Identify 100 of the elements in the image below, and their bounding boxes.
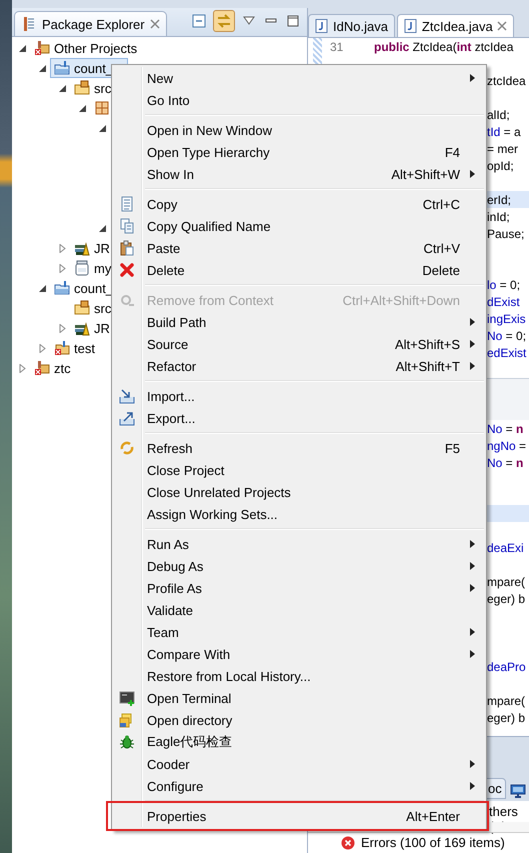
menu-item[interactable]: Open Terminal [112,687,486,709]
collapse-arrow-icon[interactable] [78,104,87,112]
books-icon [74,320,90,336]
menu-item[interactable]: Source Alt+Shift+S [112,333,486,355]
shortcut-label: F4 [444,144,460,160]
code-line: tId = a [487,124,521,138]
menu-item[interactable]: Debug As [112,555,486,577]
code-line: erId; [487,192,512,206]
code-line: public ZtcIdea(int ztcIdea [374,40,514,54]
tree-item[interactable]: Other Projects [30,38,142,58]
collapse-arrow-icon[interactable] [38,284,47,292]
expand-arrow-icon[interactable] [58,244,67,252]
package-explorer-tab[interactable]: Package Explorer [14,11,167,36]
code-line: lo = 0; [487,278,520,292]
editor-tab[interactable]: ZtcIdea.java [396,14,514,37]
menu-item[interactable]: Close Unrelated Projects [112,481,486,503]
code-line: = mer [487,142,518,156]
tree-item[interactable]: ztc [30,358,75,378]
shortcut-label: F5 [444,440,460,456]
menu-item[interactable]: Copy Ctrl+C [112,193,486,215]
menu-item[interactable]: Profile As [112,577,486,599]
copy-icon [119,218,135,234]
export-icon [119,410,135,426]
maximize-icon[interactable] [285,13,301,29]
menu-item[interactable]: Open in New Window [112,119,486,141]
expand-arrow-icon[interactable] [58,264,67,272]
menu-item[interactable]: Cooder [112,753,486,775]
menu-item[interactable]: Validate [112,599,486,621]
line-number: 31 [330,40,344,54]
close-icon[interactable] [150,19,160,29]
code-line: deaPro [487,660,526,674]
tree-item[interactable]: test [50,338,99,358]
menu-item[interactable]: Paste Ctrl+V [112,237,486,259]
code-line: eger) b [487,592,526,606]
collapse-arrow-icon[interactable] [98,124,107,132]
tree-item-label: src [94,300,112,316]
shortcut-label: Ctrl+V [424,240,460,256]
jar-icon [74,260,90,276]
code-line: Pause; [487,226,524,240]
code-line: mpare( [487,574,526,588]
expand-arrow-icon[interactable] [18,364,27,372]
tree-item-label: ztc [54,360,71,376]
collapse-arrow-icon[interactable] [98,224,107,232]
menu-item[interactable]: Open Type Hierarchy F4 [112,141,486,163]
tree-item[interactable]: JR [70,238,114,258]
expand-arrow-icon[interactable] [38,344,47,352]
monitor-icon[interactable] [510,783,526,799]
tree-item-label: my [94,260,112,276]
menu-item[interactable]: Refactor Alt+Shift+T [112,355,486,377]
menu-item[interactable]: Run As [112,533,486,555]
expand-arrow-icon[interactable] [58,324,67,332]
paste-icon [119,240,135,256]
menu-item[interactable]: Open directory [112,709,486,731]
package-folder-icon [74,300,90,316]
menu-item[interactable]: Configure [112,775,486,797]
java-file-icon [404,19,418,33]
shortcut-label: Alt+Shift+S [394,336,460,352]
code-line: No = 0; [487,328,526,342]
shortcut-label: Alt+Shift+T [396,358,460,374]
code-line: opId; [487,158,514,172]
code-line: ztcIdea [487,74,526,88]
tree-item-label: src [94,80,112,96]
closed-project-icon [34,360,50,376]
menu-item[interactable]: Restore from Local History... [112,665,486,687]
code-line: inId; [487,210,510,224]
code-line: ingExis [487,312,526,326]
copy-icon [119,196,135,212]
package-icon [94,100,110,116]
tree-item-label: test [74,340,95,356]
bug-icon [119,734,135,750]
menu-item[interactable]: Export... [112,407,486,429]
menu-item[interactable]: Compare With [112,643,486,665]
project-folder-icon [54,340,70,356]
menu-item[interactable]: Copy Qualified Name [112,215,486,237]
collapse-arrow-icon[interactable] [58,84,67,92]
tree-item[interactable]: JR [70,318,114,338]
project-folder-icon [54,60,70,76]
collapse-arrow-icon[interactable] [38,64,47,72]
menu-item[interactable]: Properties Alt+Enter [112,805,486,827]
code-line: alId; [487,108,510,122]
code-line: mpare( [487,694,526,708]
menu-item[interactable]: Import... [112,385,486,407]
menu-item[interactable]: Team [112,621,486,643]
remove-context-icon [119,292,135,308]
editor-tab[interactable]: IdNo.java [308,14,395,37]
menu-item[interactable]: Close Project [112,459,486,481]
close-icon[interactable] [496,21,507,31]
shortcut-label: Ctrl+Alt+Shift+Down [342,292,460,308]
error-group-label[interactable]: Errors (100 of 169 items) [361,836,505,850]
collapse-arrow-icon[interactable] [18,44,27,52]
tree-item-label: JR [94,240,110,256]
menu-item[interactable]: Eagle代码检查 [112,731,486,753]
java-file-icon [315,19,329,33]
tree-item-label: count_ [74,60,114,76]
project-folder-icon [54,280,70,296]
menu-item[interactable]: Assign Working Sets... [112,503,486,525]
tree-item-label: JR [94,320,110,336]
menu-item[interactable]: Show In Alt+Shift+W [112,163,486,185]
collapse-all-icon[interactable] [191,13,207,29]
menu-item[interactable]: Refresh F5 [112,437,486,459]
